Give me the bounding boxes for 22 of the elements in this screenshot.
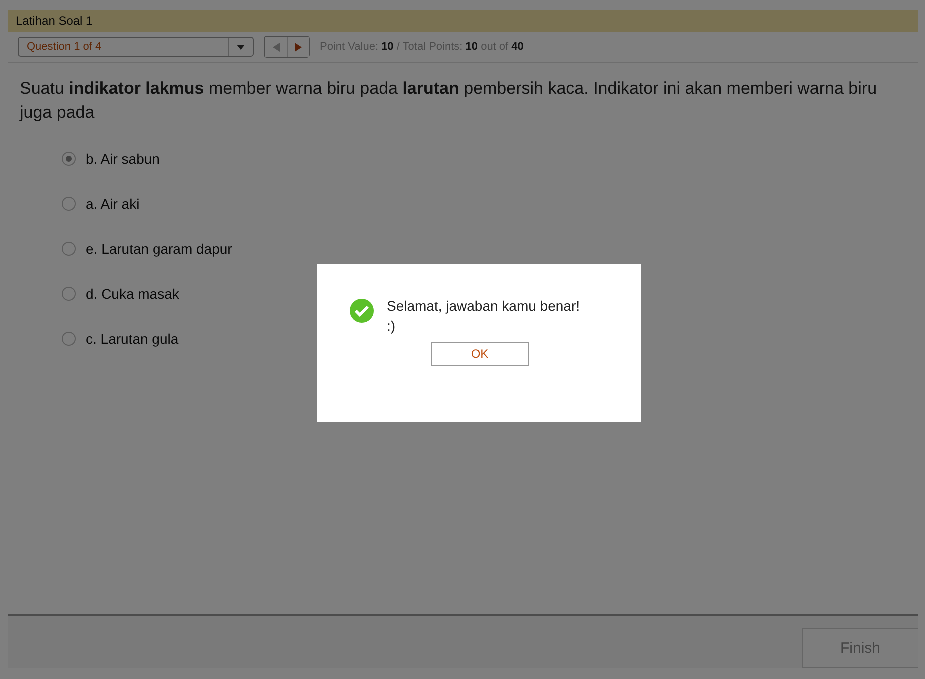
caret-icon [237,44,245,50]
option-label: d. Cuka masak [86,286,180,302]
right-arrow-icon [295,42,302,52]
radio-button[interactable] [62,332,76,346]
window-title: Latihan Soal 1 [16,14,93,28]
option-label: c. Larutan gula [86,331,179,347]
option-label: a. Air aki [86,196,140,212]
question-dropdown[interactable]: Question 1 of 4 [18,37,254,57]
question-text: Suatu indikator lakmus member warna biru pada larutan pembersih kaca. Indikator ini akan memberi warna biru juga pada [20,78,878,124]
question-label: Question 1 of 4 [27,41,102,53]
left-arrow-icon [272,42,280,52]
radio-button[interactable] [62,152,76,166]
ok-button[interactable]: OK [431,342,529,366]
next-button[interactable] [287,37,309,57]
finish-button[interactable]: Finish [802,628,918,668]
dialog-message: Selamat, jawaban kamu benar! :) [387,297,581,336]
radio-button[interactable] [62,197,76,211]
option-label: b. Air sabun [86,151,160,167]
radio-button[interactable] [62,242,76,256]
option-label: e. Larutan garam dapur [86,241,232,257]
radio-button[interactable] [62,287,76,301]
check-icon [349,298,375,324]
